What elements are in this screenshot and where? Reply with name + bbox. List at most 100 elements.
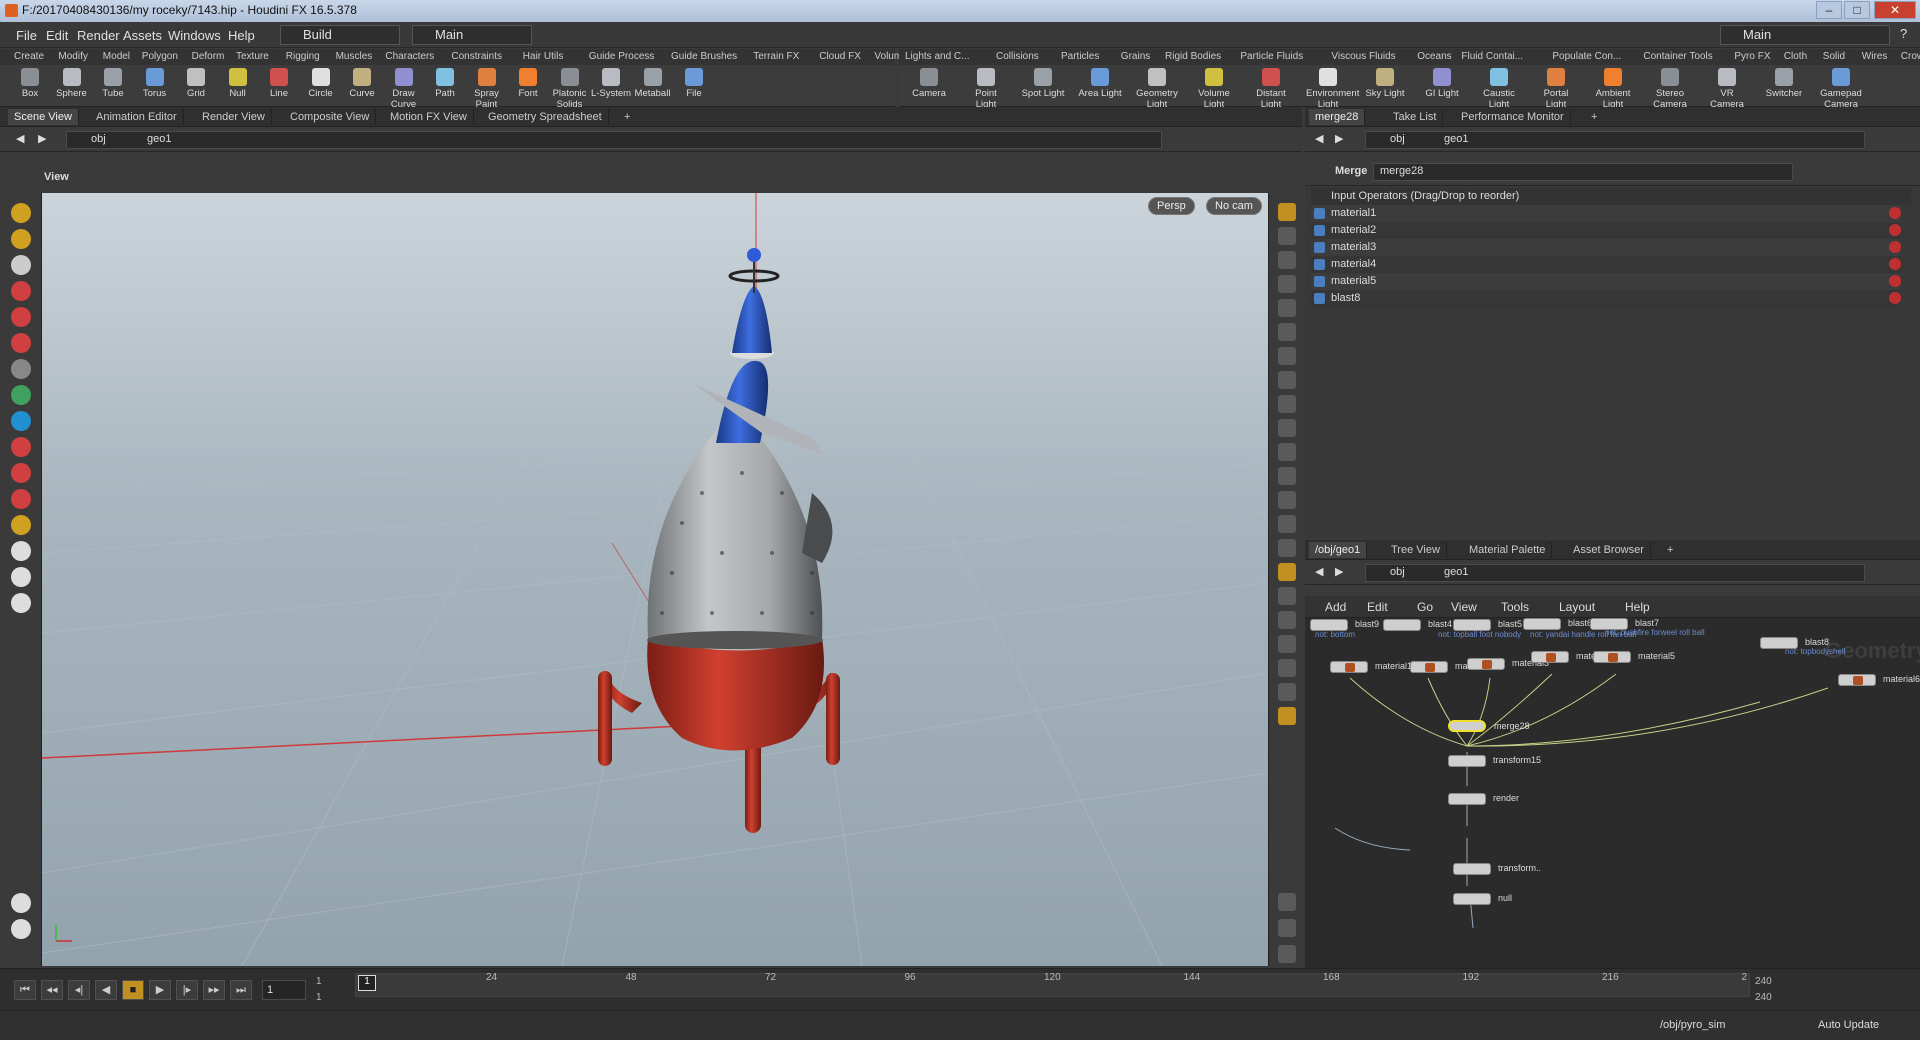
end-frame-2[interactable]: 240: [1755, 992, 1772, 1003]
tool-area-light[interactable]: Area Light: [1078, 67, 1122, 99]
node-material3[interactable]: material3: [1467, 658, 1549, 670]
tool-gamepad-camera[interactable]: Gamepad Camera: [1819, 67, 1863, 110]
tool-grid[interactable]: Grid: [174, 67, 218, 99]
display-options-icon[interactable]: [1278, 203, 1296, 221]
end-frame[interactable]: 240: [1755, 976, 1772, 987]
path-field[interactable]: obj geo1: [66, 131, 1162, 149]
abc-icon[interactable]: [1278, 659, 1296, 677]
pin-icon[interactable]: [1278, 515, 1296, 533]
scale-icon[interactable]: [11, 281, 31, 301]
shade-icon[interactable]: [1278, 395, 1296, 413]
build-desktop-select[interactable]: Build: [280, 25, 400, 45]
tool-camera[interactable]: Camera: [907, 67, 951, 99]
node-name-field[interactable]: merge28: [1373, 163, 1793, 181]
tool-tube[interactable]: Tube: [91, 67, 135, 99]
network-crumb-geo1[interactable]: geo1: [1444, 566, 1468, 578]
play-icon[interactable]: ▶: [149, 980, 171, 1000]
trans-icon[interactable]: [1278, 611, 1296, 629]
remove-input-icon[interactable]: [1889, 241, 1901, 253]
node-material1[interactable]: material1: [1330, 661, 1412, 673]
auto-update-label[interactable]: Auto Update: [1818, 1019, 1879, 1031]
remove-input-icon[interactable]: [1889, 207, 1901, 219]
shelf-tab-solid[interactable]: Solid: [1823, 51, 1845, 62]
network-path-field[interactable]: obj geo1: [1365, 564, 1865, 582]
shelf-tab-rigid-bodies[interactable]: Rigid Bodies: [1165, 51, 1221, 62]
shelf-tab-terrain-fx[interactable]: Terrain FX: [753, 51, 799, 62]
scene-viewport[interactable]: Persp No cam: [42, 193, 1268, 966]
tab-tree-view[interactable]: Tree View: [1385, 542, 1447, 558]
tool-draw-curve[interactable]: Draw Curve: [382, 67, 426, 110]
tool-geometry-light[interactable]: Geometry Light: [1135, 67, 1179, 110]
tab-asset-browser[interactable]: Asset Browser: [1567, 542, 1651, 558]
forward-icon[interactable]: ▶: [38, 132, 46, 145]
node-render[interactable]: render: [1448, 793, 1519, 805]
transform-icon[interactable]: [11, 229, 31, 249]
shelf-tab-model[interactable]: Model: [103, 51, 130, 62]
expand-icon[interactable]: [1314, 276, 1325, 287]
step-forward-icon[interactable]: |▸: [176, 980, 198, 1000]
shelf-tab-characters[interactable]: Characters: [385, 51, 434, 62]
shelf-tab-collisions[interactable]: Collisions: [996, 51, 1039, 62]
tab-scene-view[interactable]: Scene View: [8, 109, 79, 125]
shelf-tab-cloud-fx[interactable]: Cloud FX: [819, 51, 861, 62]
bulb-icon[interactable]: [1278, 707, 1296, 725]
rotate-icon[interactable]: [11, 255, 31, 275]
sculpt-icon[interactable]: [11, 593, 31, 613]
menu-render[interactable]: Render: [77, 28, 120, 43]
tool-spray-paint[interactable]: Spray Paint: [465, 67, 509, 110]
input-row-blast8[interactable]: blast8: [1311, 290, 1901, 307]
tool-path[interactable]: Path: [423, 67, 467, 99]
display-icon[interactable]: [11, 919, 31, 939]
tool-box[interactable]: Box: [8, 67, 52, 99]
prev-key-icon[interactable]: ◂◂: [41, 980, 63, 1000]
stop-icon[interactable]: ■: [122, 980, 144, 1000]
tool-platonic-solids[interactable]: Platonic Solids: [548, 67, 592, 110]
add-param-tab-button[interactable]: +: [1585, 109, 1603, 125]
input-row-material4[interactable]: material4: [1311, 256, 1901, 273]
camera-menu-button[interactable]: No cam: [1206, 197, 1262, 215]
shelf-tab-modify[interactable]: Modify: [58, 51, 87, 62]
timeline-slider[interactable]: 1 24 48 72 96 120 144 168 192 216 2: [355, 972, 1750, 997]
input-row-material5[interactable]: material5: [1311, 273, 1901, 290]
param-path-field[interactable]: obj geo1: [1365, 131, 1865, 149]
tool-environment-light[interactable]: Environment Light: [1306, 67, 1359, 110]
crumb-geo1[interactable]: geo1: [147, 133, 171, 145]
shelf-tab-container-tools[interactable]: Container Tools: [1643, 51, 1712, 62]
step-back-icon[interactable]: ◂|: [68, 980, 90, 1000]
sim-path[interactable]: /obj/pyro_sim: [1660, 1019, 1725, 1031]
right-desktop-select[interactable]: Main: [1720, 25, 1890, 45]
handle-icon[interactable]: [11, 307, 31, 327]
node-transform15[interactable]: transform15: [1448, 755, 1541, 767]
paint-icon[interactable]: [11, 385, 31, 405]
clip-icon[interactable]: [1278, 539, 1296, 557]
magnet-icon[interactable]: [11, 463, 31, 483]
network-crumb-obj[interactable]: obj: [1390, 566, 1405, 578]
remove-input-icon[interactable]: [1889, 224, 1901, 236]
tab-geometry-spreadsheet[interactable]: Geometry Spreadsheet: [482, 109, 609, 125]
tool-line[interactable]: Line: [257, 67, 301, 99]
pose-icon[interactable]: [11, 333, 31, 353]
tool-portal-light[interactable]: Portal Light: [1534, 67, 1578, 110]
remove-input-icon[interactable]: [1889, 258, 1901, 270]
normal-icon[interactable]: [1278, 467, 1296, 485]
tool-circle[interactable]: Circle: [299, 67, 343, 99]
node-null[interactable]: null: [1453, 893, 1512, 905]
start-frame-2[interactable]: 1: [316, 992, 322, 1003]
expand-icon[interactable]: [1314, 259, 1325, 270]
play-reverse-icon[interactable]: ◀: [95, 980, 117, 1000]
minimize-button[interactable]: –: [1816, 1, 1842, 19]
back-icon[interactable]: ◀: [16, 132, 24, 145]
network-menu-layout[interactable]: Layout: [1559, 600, 1595, 614]
shelf-tab-pyro-fx[interactable]: Pyro FX: [1734, 51, 1770, 62]
snap-icon[interactable]: [11, 489, 31, 509]
shelf-tab-hair-utils[interactable]: Hair Utils: [523, 51, 564, 62]
expand-icon[interactable]: [1314, 293, 1325, 304]
param-crumb-geo1[interactable]: geo1: [1444, 133, 1468, 145]
shelf-tab-populate-con[interactable]: Populate Con...: [1552, 51, 1621, 62]
uv-icon[interactable]: [1278, 491, 1296, 509]
flipbook-icon[interactable]: [11, 893, 31, 913]
next-key-icon[interactable]: ▸▸: [203, 980, 225, 1000]
tool-metaball[interactable]: Metaball: [631, 67, 675, 99]
input-row-material3[interactable]: material3: [1311, 239, 1901, 256]
crumb-obj[interactable]: obj: [91, 133, 106, 145]
